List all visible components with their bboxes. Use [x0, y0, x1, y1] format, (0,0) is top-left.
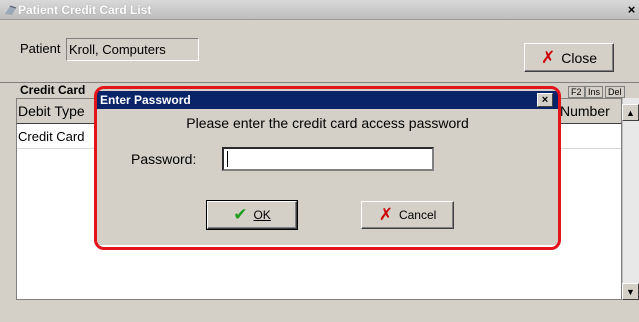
highlight-outline [94, 86, 561, 250]
key-tag-del[interactable]: Del [605, 86, 625, 98]
scroll-down-icon[interactable]: ▼ [622, 283, 639, 300]
app-icon [5, 5, 17, 15]
x-icon: ✗ [540, 47, 556, 68]
table-row[interactable]: Credit Card [18, 129, 84, 144]
key-tag-ins[interactable]: Ins [585, 86, 604, 98]
scroll-up-icon[interactable]: ▲ [622, 104, 639, 121]
window-title: Patient Credit Card List [18, 3, 152, 17]
window-close-button[interactable]: × [624, 2, 639, 18]
vertical-scrollbar[interactable] [622, 98, 639, 300]
list-title: Credit Card [20, 83, 86, 97]
key-tag-f2[interactable]: F2 [568, 86, 585, 98]
patient-label: Patient [20, 41, 61, 56]
close-button-label: Close [561, 49, 598, 66]
patient-name-field: Kroll, Computers [66, 38, 199, 61]
close-button[interactable]: ✗ Close [524, 43, 614, 72]
column-header-debit-type[interactable]: Debit Type [18, 103, 85, 119]
column-header-number[interactable]: Number [560, 103, 610, 119]
